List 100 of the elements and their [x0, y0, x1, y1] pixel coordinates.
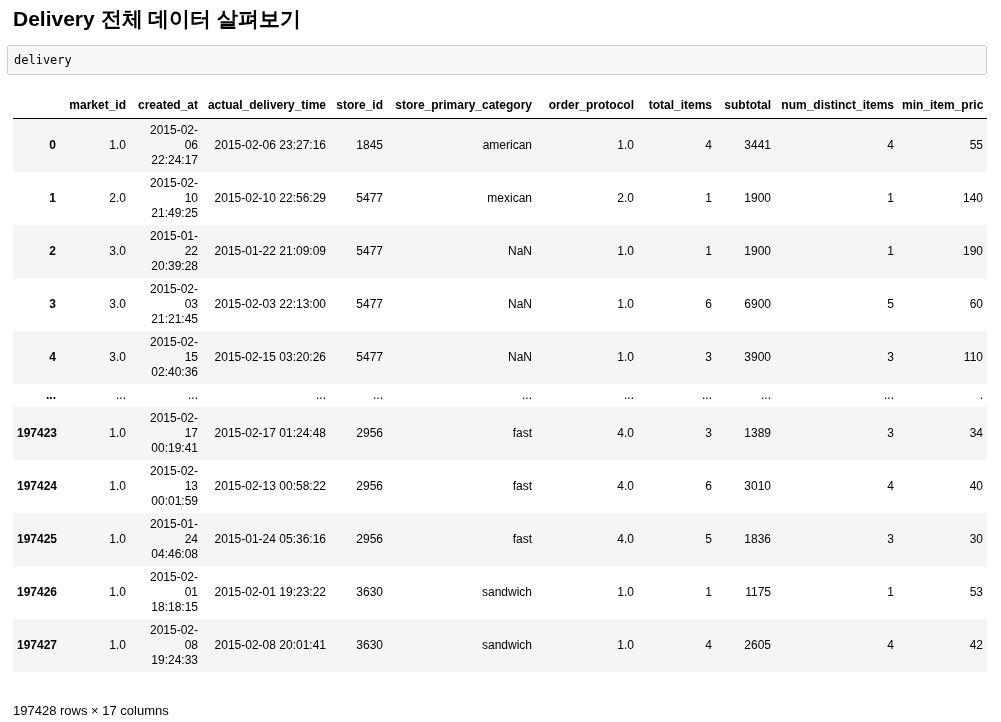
table-cell: 4: [887, 138, 894, 152]
table-cell: 4: [887, 638, 894, 652]
table-cell: 2605: [744, 638, 771, 652]
column-header: actual_delivery_time: [207, 98, 326, 112]
table-cell: ...: [522, 388, 532, 402]
table-cell: 1836: [744, 532, 771, 546]
table-cell: ...: [373, 388, 383, 402]
table-cell: ...: [624, 388, 634, 402]
table-cell: 5477: [356, 297, 383, 311]
table-cell: 5477: [356, 191, 383, 205]
table-cell: 1900: [744, 244, 771, 258]
table-cell: 3.0: [109, 244, 126, 258]
table-cell: 1845: [356, 138, 383, 152]
table-cell: 2015-02-06 22:24:17: [148, 123, 198, 168]
table-cell: 190: [962, 244, 983, 258]
table-cell: ...: [884, 388, 894, 402]
table-cell: 1389: [744, 426, 771, 440]
table-cell: 34: [969, 426, 983, 440]
table-cell: ...: [702, 388, 712, 402]
table-cell: 1.0: [617, 138, 634, 152]
table-cell: 30: [969, 532, 983, 546]
table-cell: 3: [705, 350, 712, 364]
table-cell: 2015-02-15 02:40:36: [148, 335, 198, 380]
table-cell: 3630: [356, 638, 383, 652]
row-index: 2: [49, 244, 56, 258]
table-cell: 1.0: [109, 479, 126, 493]
table-cell: 3: [887, 426, 894, 440]
table-cell: 1.0: [617, 350, 634, 364]
table-cell: 1: [705, 244, 712, 258]
row-index: 197425: [17, 532, 58, 546]
table-cell: 1900: [744, 191, 771, 205]
table-cell: 1175: [745, 585, 771, 599]
column-header: subtotal: [724, 98, 771, 112]
table-cell: 1.0: [617, 585, 634, 599]
table-cell: fast: [512, 532, 532, 546]
table-cell: 60: [969, 297, 983, 311]
table-cell: mexican: [487, 191, 532, 205]
table-cell: 2015-02-03 21:21:45: [148, 282, 198, 327]
table-cell: 4: [887, 479, 894, 493]
table-cell: 140: [962, 191, 983, 205]
table-cell: 4: [705, 138, 712, 152]
table-cell: 6: [705, 297, 712, 311]
table-cell: 2.0: [109, 191, 126, 205]
table-cell: 4.0: [617, 479, 634, 493]
code-cell[interactable]: delivery: [7, 45, 987, 75]
table-cell: 1.0: [109, 585, 126, 599]
table-cell: 3.0: [109, 350, 126, 364]
table-cell: 1: [887, 244, 894, 258]
table-cell: 2956: [356, 426, 383, 440]
column-header: store_id: [336, 98, 383, 112]
table-cell: 2.0: [617, 191, 634, 205]
table-cell: ...: [116, 388, 126, 402]
table-cell: 3010: [744, 479, 771, 493]
table-cell: 1.0: [617, 638, 634, 652]
column-header: total_items: [648, 98, 712, 112]
table-cell: 2015-01-24 05:36:16: [214, 532, 326, 546]
table-cell: 5: [705, 532, 712, 546]
table-cell-text: ...: [187, 388, 198, 403]
table-cell: 2015-01-22 20:39:28: [148, 229, 198, 274]
table-cell: 55: [969, 138, 983, 152]
table-cell: 4.0: [617, 532, 634, 546]
row-index: 0: [49, 138, 56, 152]
row-index: 3: [49, 297, 56, 311]
table-cell: 2015-02-15 03:20:26: [214, 350, 326, 364]
page-title: Delivery 전체 데이터 살펴보기: [13, 6, 302, 32]
table-cell: NaN: [508, 297, 532, 311]
table-cell: 2015-01-22 21:09:09: [214, 244, 326, 258]
table-cell: 1.0: [617, 297, 634, 311]
column-header: order_protocol: [548, 98, 634, 112]
table-cell: 2015-02-13 00:58:22: [214, 479, 326, 493]
table-cell: 3441: [744, 138, 771, 152]
table-cell: 6900: [744, 297, 771, 311]
row-index: ...: [46, 388, 56, 402]
table-cell: 4: [705, 638, 712, 652]
table-cell: sandwich: [481, 585, 532, 599]
table-cell: 3630: [356, 585, 383, 599]
table-cell: 1.0: [617, 244, 634, 258]
table-cell: 2015-02-17 01:24:48: [214, 426, 326, 440]
table-cell: 110: [963, 350, 983, 364]
table-cell: 5477: [356, 350, 383, 364]
table-cell: NaN: [508, 350, 532, 364]
table-cell: 2015-02-13 00:01:59: [148, 464, 198, 509]
table-cell: 6: [705, 479, 712, 493]
table-cell: 1: [887, 191, 894, 205]
table-cell: 2956: [356, 479, 383, 493]
column-header: created_at: [137, 98, 198, 112]
table-cell: 5: [887, 297, 894, 311]
table-cell: 3: [705, 426, 712, 440]
table-cell: 1: [705, 585, 712, 599]
table-cell: 2015-02-08 20:01:41: [214, 638, 326, 652]
row-index: 197424: [17, 479, 58, 493]
table-cell: 2015-02-03 22:13:00: [214, 297, 326, 311]
table-cell: 1: [887, 585, 894, 599]
table-cell: 53: [969, 585, 983, 599]
column-header: market_id: [69, 98, 126, 112]
column-header: store_primary_category: [395, 98, 532, 112]
table-cell: 2015-02-01 18:18:15: [148, 570, 198, 615]
table-cell: 40: [969, 479, 983, 493]
table-cell: .: [979, 388, 983, 402]
table-cell: 2015-02-10 21:49:25: [148, 176, 198, 221]
